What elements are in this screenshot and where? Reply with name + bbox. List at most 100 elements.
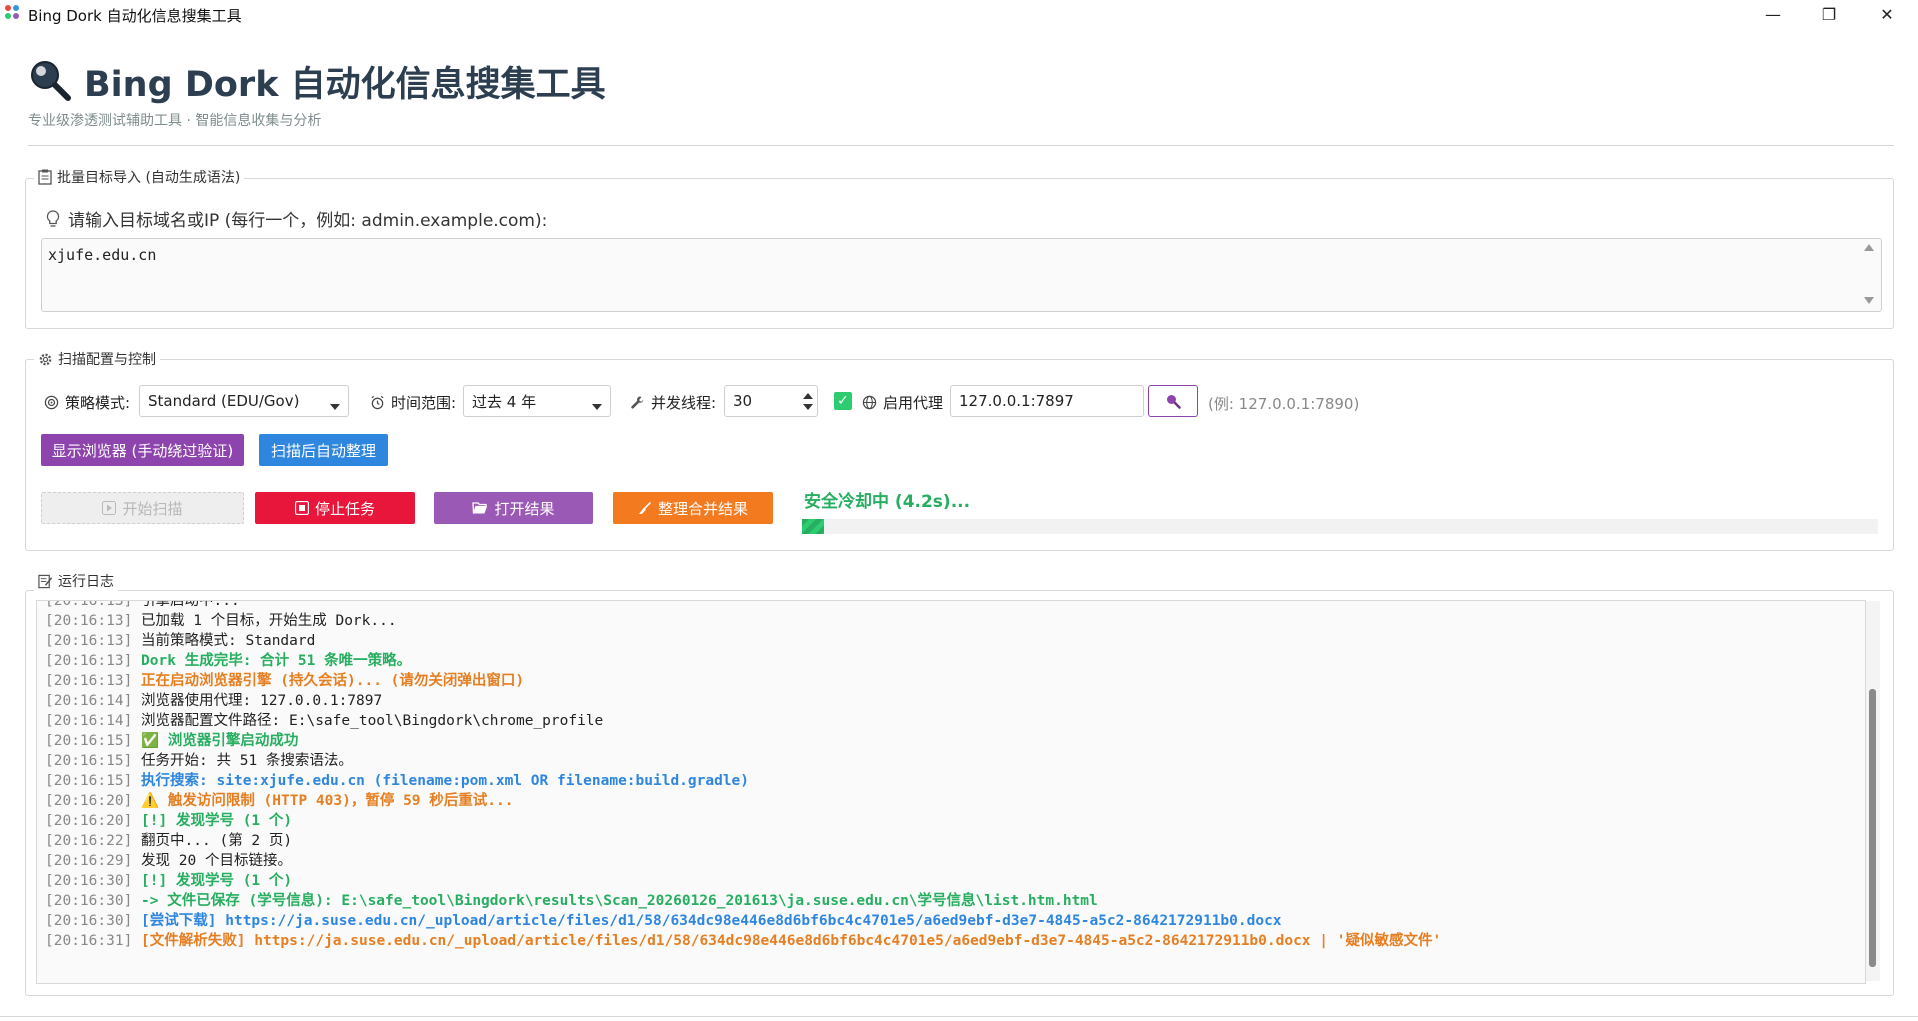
wrench-icon (631, 396, 644, 409)
log-timestamp: [20:16:13] (45, 673, 133, 689)
log-lines: [20:16:13] 引擎启动中... [20:16:13] 已加载 1 个目标，… (45, 600, 1441, 951)
globe-icon (862, 395, 877, 410)
close-button[interactable]: ✕ (1864, 0, 1910, 28)
stepper-down-icon[interactable] (803, 404, 813, 410)
log-message: 任务开始: 共 51 条搜索语法。 (132, 753, 353, 769)
proxy-input-value: 127.0.0.1:7897 (959, 392, 1074, 410)
threads-label-text: 并发线程: (651, 394, 717, 412)
log-line: [20:16:13] 正在启动浏览器引擎 (持久会话)... (请勿关闭弹出窗口… (45, 671, 1441, 691)
log-group-label: 运行日志 (58, 574, 114, 590)
log-line: [20:16:20] [!] 发现学号 (1 个) (45, 811, 1441, 831)
log-message: [!] 发现学号 (1 个) (132, 873, 293, 889)
memo-icon (38, 574, 53, 588)
proxy-checkbox[interactable]: ✓ (834, 392, 852, 410)
window-title: Bing Dork 自动化信息搜集工具 (28, 7, 242, 25)
merge-results-label: 整理合并结果 (657, 499, 748, 518)
log-message: [尝试下载] https://ja.suse.edu.cn/_upload/ar… (132, 913, 1282, 929)
targets-textarea-value: xjufe.edu.cn (48, 246, 157, 264)
time-range-select-value: 过去 4 年 (472, 392, 537, 411)
time-range-label: 时间范围: (370, 392, 456, 413)
targets-hint: 请输入目标域名或IP (每行一个，例如: admin.example.com): (46, 206, 547, 231)
gear-icon (39, 353, 52, 365)
page-subtitle: 专业级渗透测试辅助工具 · 智能信息收集与分析 (28, 113, 322, 129)
threads-stepper[interactable]: 30 (724, 385, 818, 417)
strategy-label-text: 策略模式: (65, 394, 131, 412)
proxy-input[interactable]: 127.0.0.1:7897 (950, 385, 1144, 417)
log-line: [20:16:30] [!] 发现学号 (1 个) (45, 871, 1441, 891)
log-message: 已加载 1 个目标，开始生成 Dork... (132, 613, 397, 629)
open-results-button[interactable]: 打开结果 (434, 492, 593, 524)
threads-label: 并发线程: (630, 392, 716, 413)
log-line: [20:16:29] 发现 20 个目标链接。 (45, 851, 1441, 871)
log-timestamp: [20:16:13] (45, 653, 133, 669)
stepper-up-icon[interactable] (803, 393, 813, 399)
log-line: [20:16:13] 已加载 1 个目标，开始生成 Dork... (45, 611, 1441, 631)
strategy-select[interactable]: Standard (EDU/Gov) (139, 385, 349, 417)
magnifier-icon (28, 58, 72, 102)
lightbulb-icon (46, 209, 60, 227)
log-scrollbar[interactable] (1866, 601, 1880, 981)
log-message: 翻页中... (第 2 页) (132, 833, 293, 849)
maximize-button[interactable]: ❐ (1806, 0, 1852, 28)
log-timestamp: [20:16:22] (45, 833, 133, 849)
log-timestamp: [20:16:14] (45, 693, 133, 709)
log-line: [20:16:15] 执行搜索: site:xjufe.edu.cn (file… (45, 771, 1441, 791)
alarm-clock-icon (371, 395, 384, 410)
log-line: [20:16:30] [尝试下载] https://ja.suse.edu.cn… (45, 911, 1441, 931)
chevron-down-icon (330, 404, 340, 410)
log-timestamp: [20:16:13] (45, 600, 133, 609)
minimize-button[interactable]: — (1750, 0, 1796, 28)
log-line: [20:16:14] 浏览器配置文件路径: E:\safe_tool\Bingd… (45, 711, 1441, 731)
log-line: [20:16:13] Dork 生成完毕: 合计 51 条唯一策略。 (45, 651, 1441, 671)
threads-stepper-value: 30 (733, 392, 753, 410)
log-output[interactable]: [20:16:13] 引擎启动中... [20:16:13] 已加载 1 个目标，… (36, 600, 1866, 984)
proxy-test-button[interactable] (1148, 385, 1198, 417)
auto-organize-label: 扫描后自动整理 (270, 441, 376, 460)
log-line: [20:16:13] 当前策略模式: Standard (45, 631, 1441, 651)
log-message: -> 文件已保存 (学号信息): E:\safe_tool\Bingdork\r… (132, 893, 1098, 909)
auto-organize-button[interactable]: 扫描后自动整理 (259, 434, 388, 466)
targets-scrollbar[interactable] (1860, 239, 1878, 309)
chevron-down-icon (592, 404, 602, 410)
header-divider (28, 145, 1894, 146)
log-line: [20:16:15] 任务开始: 共 51 条搜索语法。 (45, 751, 1441, 771)
log-message: 引擎启动中... (132, 600, 240, 609)
log-timestamp: [20:16:14] (45, 713, 133, 729)
log-message: 当前策略模式: Standard (132, 633, 316, 649)
proxy-label: 启用代理 (862, 392, 943, 413)
proxy-label-text: 启用代理 (883, 394, 944, 412)
targets-textarea[interactable] (41, 238, 1882, 312)
strategy-label: 策略模式: (44, 392, 130, 413)
page-title: Bing Dork 自动化信息搜集工具 (84, 65, 606, 105)
log-scrollbar-thumb[interactable] (1869, 689, 1876, 967)
folder-open-icon (472, 502, 488, 514)
log-message: ✅ 浏览器引擎启动成功 (132, 733, 299, 749)
app-icon (5, 5, 21, 21)
log-message: [!] 发现学号 (1 个) (132, 813, 293, 829)
show-browser-button[interactable]: 显示浏览器 (手动绕过验证) (41, 434, 244, 466)
targets-group-title: 批量目标导入 (自动生成语法) (34, 167, 245, 187)
targets-group-label: 批量目标导入 (自动生成语法) (57, 170, 241, 186)
log-timestamp: [20:16:20] (45, 793, 133, 809)
log-timestamp: [20:16:15] (45, 733, 133, 749)
stop-task-label: 停止任务 (314, 499, 375, 518)
start-scan-button[interactable]: 开始扫描 (41, 492, 244, 524)
stop-task-button[interactable]: 停止任务 (255, 492, 415, 524)
log-timestamp: [20:16:30] (45, 873, 133, 889)
merge-results-button[interactable]: 整理合并结果 (613, 492, 773, 524)
targets-hint-text: 请输入目标域名或IP (每行一个，例如: admin.example.com): (68, 211, 548, 231)
log-timestamp: [20:16:29] (45, 853, 133, 869)
log-message: [文件解析失败] https://ja.suse.edu.cn/_upload/… (132, 933, 1442, 949)
strategy-select-value: Standard (EDU/Gov) (148, 392, 300, 410)
log-line: [20:16:31] [文件解析失败] https://ja.suse.edu.… (45, 931, 1441, 951)
time-range-select[interactable]: 过去 4 年 (463, 385, 611, 417)
stop-icon (294, 501, 309, 515)
log-message: Dork 生成完毕: 合计 51 条唯一策略。 (132, 653, 412, 669)
broom-icon (638, 501, 652, 514)
show-browser-label: 显示浏览器 (手动绕过验证) (51, 441, 234, 460)
progress-bar-fill (802, 519, 824, 534)
log-timestamp: [20:16:13] (45, 613, 133, 629)
log-timestamp: [20:16:20] (45, 813, 133, 829)
open-results-label: 打开结果 (494, 499, 555, 518)
log-message: 浏览器使用代理: 127.0.0.1:7897 (132, 693, 383, 709)
